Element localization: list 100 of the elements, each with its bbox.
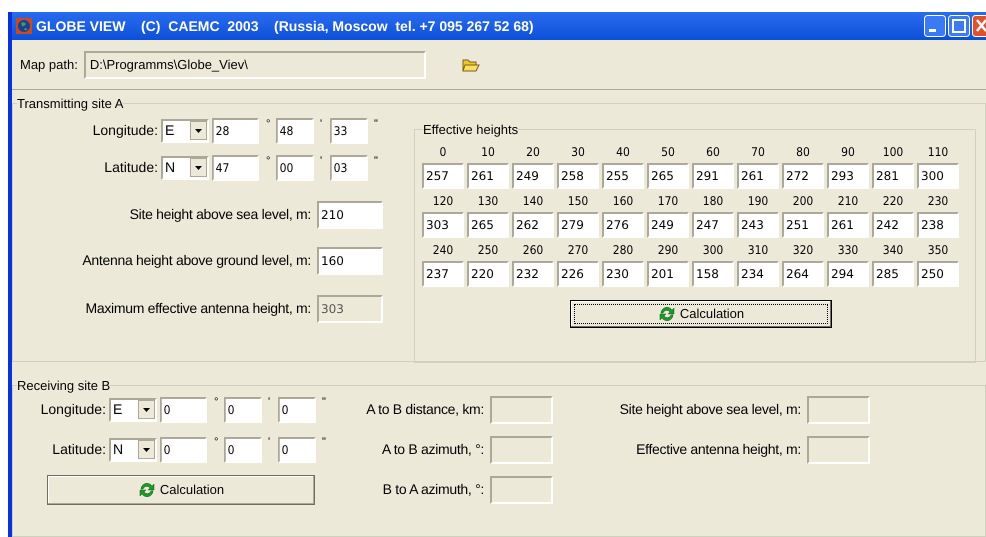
angle-label: 340 [882, 242, 904, 259]
unit-mark: ' [267, 396, 272, 408]
height-field[interactable]: 234 [737, 261, 779, 287]
field-label: B to A azimuth, °: [382, 480, 485, 499]
angle-label: 330 [836, 242, 860, 259]
window-title: GLOBE VIEW (C) CAEMC 2003 (Russia, Moscow tel. +7 095 267 52 68) [36, 16, 534, 36]
angle-label: 40 [615, 144, 631, 161]
coordinate-field[interactable]: 33 [330, 118, 368, 144]
angle-label: 270 [566, 242, 590, 259]
coordinate-field[interactable]: 0 [160, 396, 207, 422]
angle-label: 50 [660, 144, 676, 161]
height-field[interactable]: 262 [512, 212, 554, 238]
angle-label: 240 [432, 242, 454, 259]
angle-label: 280 [612, 242, 634, 259]
unit-mark: ° [265, 154, 272, 166]
maximize-icon[interactable] [948, 15, 970, 37]
coordinate-field[interactable]: 0 [278, 436, 316, 462]
unit-mark: ° [265, 118, 272, 130]
angle-label: 0 [438, 144, 448, 161]
angle-label: 320 [792, 242, 814, 259]
height-field[interactable]: 247 [692, 212, 734, 238]
coordinate-label: Latitude: [103, 158, 159, 177]
angle-label: 300 [702, 242, 724, 259]
height-field[interactable]: 265 [467, 212, 509, 238]
coordinate-label: Longitude: [40, 400, 107, 419]
angle-label: 10 [480, 144, 496, 161]
height-field[interactable]: 294 [827, 261, 869, 287]
coordinate-label: Latitude: [51, 440, 107, 459]
coordinate-field[interactable]: 0 [160, 436, 207, 462]
height-field[interactable]: 249 [512, 163, 554, 189]
height-field[interactable]: 243 [737, 212, 779, 238]
height-field[interactable]: 285 [872, 261, 914, 287]
field-label: A to B azimuth, °: [382, 440, 485, 459]
height-field[interactable]: 258 [557, 163, 599, 189]
coordinate-label: Longitude: [92, 121, 159, 140]
height-field[interactable]: 201 [647, 261, 689, 287]
unit-mark: ' [319, 154, 324, 166]
folder-icon[interactable] [462, 56, 480, 72]
coordinate-field[interactable]: 03 [330, 154, 368, 180]
height-field[interactable]: 300 [917, 163, 959, 189]
hemisphere-dropdown[interactable]: N [109, 438, 157, 462]
angle-label: 220 [882, 193, 904, 210]
coordinate-field[interactable]: 0 [224, 436, 262, 462]
height-field[interactable]: 303 [422, 212, 464, 238]
height-field[interactable]: 232 [512, 261, 554, 287]
coordinate-field[interactable]: 00 [276, 154, 314, 180]
angle-label: 100 [882, 144, 904, 161]
angle-label: 250 [476, 242, 500, 259]
height-field[interactable]: 265 [647, 163, 689, 189]
height-field[interactable]: 291 [692, 163, 734, 189]
height-field[interactable]: 237 [422, 261, 464, 287]
height-field[interactable]: 261 [737, 163, 779, 189]
coordinate-field[interactable]: 47 [212, 154, 259, 180]
height-field[interactable]: 238 [917, 212, 959, 238]
hemisphere-dropdown[interactable]: E [109, 398, 157, 422]
calculation-button[interactable]: Calculation [570, 300, 832, 328]
height-field[interactable]: 279 [557, 212, 599, 238]
height-field[interactable]: 261 [827, 212, 869, 238]
unit-mark: ' [267, 436, 272, 448]
coordinate-field[interactable]: 0 [278, 396, 316, 422]
height-field[interactable]: 226 [557, 261, 599, 287]
height-field[interactable]: 158 [692, 261, 734, 287]
height-field[interactable]: 230 [602, 261, 644, 287]
field-label: A to B distance, km: [366, 400, 485, 419]
angle-label: 190 [746, 193, 770, 210]
unit-mark: " [321, 436, 327, 448]
hemisphere-dropdown[interactable]: N [161, 156, 209, 180]
map-path-field[interactable]: D:\Programms\Globe_Viev\ [84, 50, 426, 78]
angle-label: 200 [792, 193, 814, 210]
height-field[interactable]: 255 [602, 163, 644, 189]
height-field[interactable]: 276 [602, 212, 644, 238]
height-field[interactable]: 220 [467, 261, 509, 287]
unit-mark: " [321, 396, 327, 408]
hemisphere-dropdown[interactable]: E [161, 118, 209, 142]
height-field[interactable]: 272 [782, 163, 824, 189]
height-field[interactable]: 251 [782, 212, 824, 238]
angle-label: 350 [926, 242, 950, 259]
coordinate-field[interactable]: 28 [212, 118, 259, 144]
coordinate-field[interactable]: 0 [224, 396, 262, 422]
minimize-icon[interactable] [924, 15, 946, 37]
height-field[interactable]: 261 [467, 163, 509, 189]
unit-mark: " [373, 118, 379, 130]
angle-label: 60 [705, 144, 721, 161]
group-title: Receiving site B [17, 377, 110, 395]
value-field: 303 [317, 294, 383, 322]
height-field[interactable]: 249 [647, 212, 689, 238]
height-field[interactable]: 242 [872, 212, 914, 238]
height-field[interactable]: 250 [917, 261, 959, 287]
height-field[interactable]: 281 [872, 163, 914, 189]
angle-label: 120 [432, 193, 454, 210]
unit-mark: ° [213, 396, 220, 408]
height-field[interactable]: 293 [827, 163, 869, 189]
close-icon[interactable] [972, 15, 986, 37]
calculation-button[interactable]: Calculation [47, 474, 315, 504]
value-field[interactable]: 210 [317, 200, 383, 228]
angle-label: 130 [476, 193, 500, 210]
height-field[interactable]: 264 [782, 261, 824, 287]
value-field[interactable]: 160 [317, 246, 383, 274]
coordinate-field[interactable]: 48 [276, 118, 314, 144]
height-field[interactable]: 257 [422, 163, 464, 189]
